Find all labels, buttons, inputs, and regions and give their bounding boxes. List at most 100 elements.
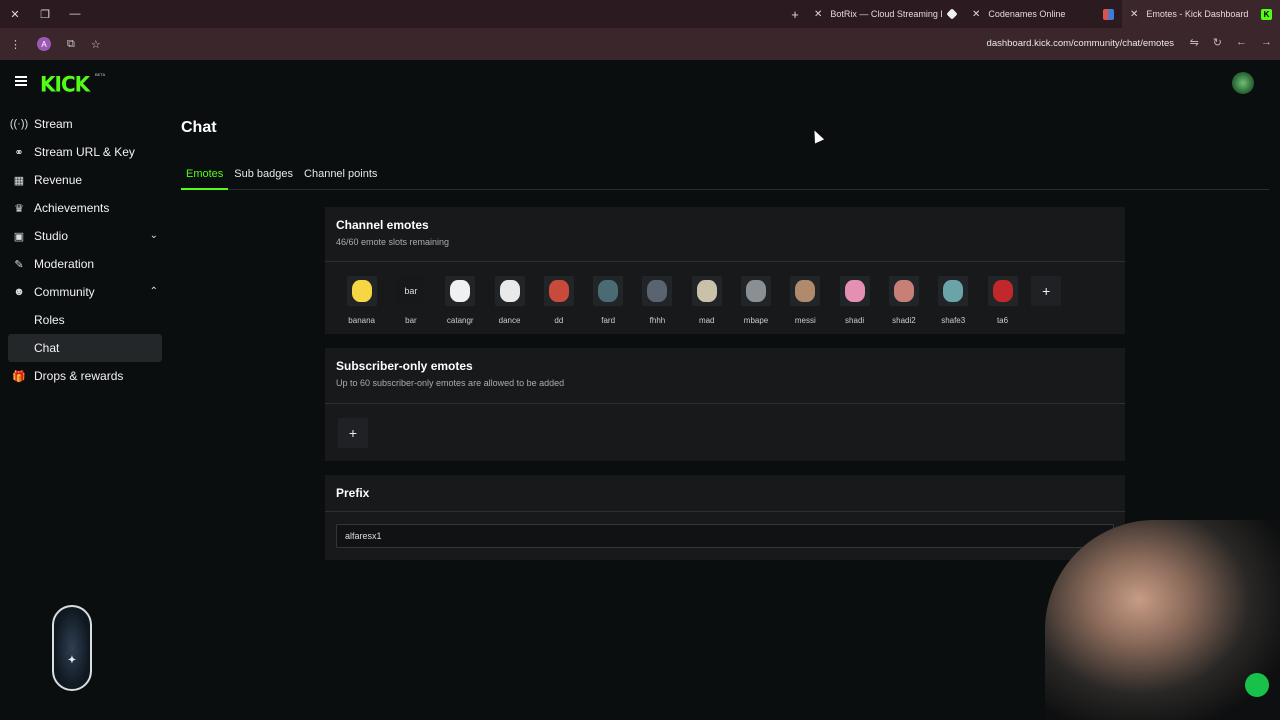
emote-item[interactable]: shafe3 (929, 276, 978, 325)
emote-name: fard (601, 316, 616, 325)
sidebar-item-roles[interactable]: Roles (0, 306, 170, 334)
sidebar-item-label: Drops & rewards (34, 369, 124, 383)
emote-item[interactable]: ta6 (978, 276, 1027, 325)
sidebar-item-achievements[interactable]: ♛ Achievements (0, 194, 170, 222)
sidebar-item-studio[interactable]: ▣ Studio ⌄ (0, 222, 170, 250)
webcam-overlay (1045, 520, 1280, 720)
profile-avatar[interactable]: A (37, 37, 51, 51)
emote-item[interactable]: messi (781, 276, 830, 325)
emote-item[interactable]: bar bar (386, 276, 435, 325)
forward-icon[interactable]: → (1261, 36, 1272, 49)
subscriber-emotes-title: Subscriber-only emotes (336, 359, 473, 373)
emote-item[interactable]: shadi2 (879, 276, 928, 325)
bookmark-star-icon[interactable]: ☆ (91, 38, 101, 51)
video-icon: ▣ (13, 230, 25, 243)
wrench-icon: ✎ (14, 258, 24, 271)
kick-header: KICK (0, 60, 1280, 104)
emote-item[interactable]: mad (682, 276, 731, 325)
emote-item[interactable]: dance (485, 276, 534, 325)
prefix-panel: Prefix alfaresx1 (325, 475, 1125, 560)
chevron-up-icon[interactable]: ⌃ (150, 286, 158, 297)
green-indicator-icon (1245, 673, 1269, 697)
emote-image (445, 276, 476, 306)
emote-name: shafe3 (941, 316, 966, 325)
emote-thumbnail (499, 280, 520, 302)
emote-image (741, 276, 772, 306)
tab-channel-points[interactable]: Channel points (299, 164, 382, 190)
sidebar-item-stream[interactable]: ((·)) Stream (0, 110, 170, 138)
sidebar-item-stream-url-key[interactable]: ⚭ Stream URL & Key (0, 138, 170, 166)
browser-tab-botrix[interactable]: ✕ BotRix — Cloud Streaming Bot (806, 0, 964, 28)
emote-slots-remaining: 46/60 emote slots remaining (336, 237, 450, 247)
emote-item[interactable]: fhhh (633, 276, 682, 325)
emote-name: mad (698, 316, 715, 325)
tab-sub-badges[interactable]: Sub badges (229, 164, 298, 190)
browser-tab-kick[interactable]: ✕ Emotes - Kick Dashboard K (1122, 0, 1280, 28)
gift-icon: 🎁 (12, 370, 26, 383)
kick-logo[interactable]: KICK (40, 71, 90, 96)
emote-image (691, 276, 722, 306)
emote-item[interactable]: shadi (830, 276, 879, 325)
restore-window-icon[interactable]: ❐ (30, 0, 60, 28)
link-icon: ⚭ (14, 146, 24, 159)
sidebar-item-revenue[interactable]: ▦ Revenue (0, 166, 170, 194)
browser-tab-bar: ✕ ❐ — + ✕ BotRix — Cloud Streaming Bot ✕… (0, 0, 1280, 28)
emote-name: ta6 (996, 316, 1009, 325)
add-channel-emote-button[interactable]: + (1031, 276, 1062, 306)
sidebar-item-label: Community (34, 285, 95, 299)
close-tab-icon[interactable]: ✕ (814, 9, 822, 20)
prefix-input[interactable]: alfaresx1 (336, 524, 1114, 548)
emote-image (494, 276, 525, 306)
emote-item[interactable]: catangr (436, 276, 485, 325)
emote-thumbnail (647, 280, 668, 302)
content-tabs: Emotes Sub badges Channel points (181, 164, 1269, 190)
hamburger-menu-icon[interactable] (15, 76, 27, 86)
close-tab-icon[interactable]: ✕ (1130, 9, 1138, 20)
tab-title: Codenames Online (988, 9, 1066, 19)
emote-item[interactable]: banana (337, 276, 386, 325)
close-tab-icon[interactable]: ✕ (972, 9, 980, 20)
add-subscriber-emote-button[interactable]: + (338, 418, 368, 448)
close-window-icon[interactable]: ✕ (0, 0, 30, 28)
tab-title: BotRix — Cloud Streaming Bot (830, 9, 942, 19)
menu-dots-icon[interactable]: ⋮ (10, 38, 21, 51)
back-icon[interactable]: ← (1236, 36, 1247, 49)
browser-tab-codenames[interactable]: ✕ Codenames Online (964, 0, 1122, 28)
emote-item[interactable]: mbape (731, 276, 780, 325)
beta-label: BETA (95, 72, 106, 77)
emote-name: fhhh (649, 316, 666, 325)
sidebar-item-chat[interactable]: Chat (8, 334, 162, 362)
codenames-favicon-icon (1103, 8, 1114, 20)
emote-thumbnail (844, 280, 865, 302)
url-text[interactable]: dashboard.kick.com/community/chat/emotes (987, 38, 1174, 49)
sidebar-item-label: Moderation (34, 257, 95, 271)
channel-emotes-title: Channel emotes (336, 218, 429, 232)
site-settings-icon[interactable]: ⇋ (1190, 36, 1199, 49)
emote-item[interactable]: fard (583, 276, 632, 325)
emote-image (790, 276, 821, 306)
sidebar-item-label: Studio (34, 229, 69, 243)
tab-emotes[interactable]: Emotes (181, 164, 229, 190)
emote-list: banana bar bar catangr dance dd fard fhhh mad mba… (325, 262, 1125, 325)
subscriber-emotes-limit: Up to 60 subscriber-only emotes are allo… (336, 378, 565, 388)
reload-icon[interactable]: ↻ (1213, 36, 1222, 49)
chevron-down-icon[interactable]: ⌄ (150, 230, 158, 241)
emote-name: shadi (845, 316, 865, 325)
minimize-window-icon[interactable]: — (60, 0, 90, 28)
new-tab-button[interactable]: + (784, 0, 806, 28)
sidebar-item-moderation[interactable]: ✎ Moderation (0, 250, 170, 278)
sidebar-item-drops-rewards[interactable]: 🎁 Drops & rewards (0, 362, 170, 390)
emote-name: bar (405, 316, 417, 325)
emote-thumbnail (746, 280, 767, 302)
sidebar-item-label: Stream URL & Key (34, 145, 135, 159)
user-avatar[interactable] (1232, 72, 1254, 94)
emote-image: bar (395, 276, 426, 306)
address-bar: ⋮ A ⧉ ☆ dashboard.kick.com/community/cha… (0, 28, 1280, 60)
emote-name: dance (498, 316, 521, 325)
sidebar-item-community[interactable]: ☻ Community ⌃ (0, 278, 170, 306)
emote-name: messi (794, 316, 816, 325)
emote-image (987, 276, 1018, 306)
cast-icon[interactable]: ⧉ (67, 38, 75, 51)
divider (325, 511, 1125, 512)
emote-item[interactable]: dd (534, 276, 583, 325)
